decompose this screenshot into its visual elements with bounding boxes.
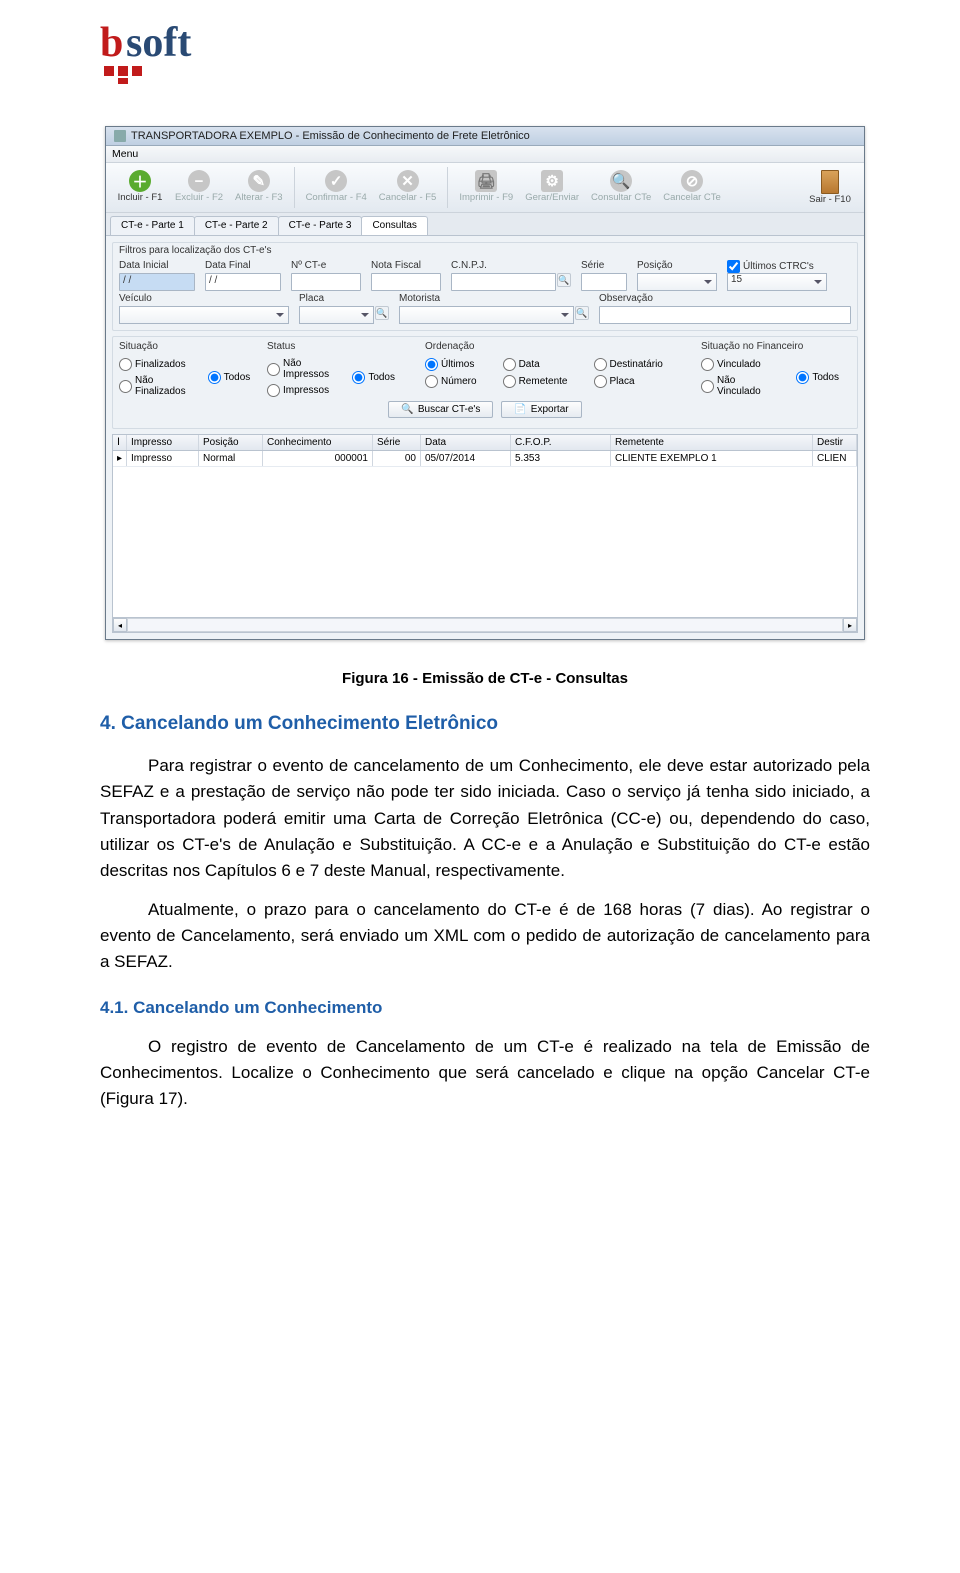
section-4-heading: 4. Cancelando um Conhecimento Eletrônico <box>100 713 870 735</box>
window-titlebar: TRANSPORTADORA EXEMPLO - Emissão de Conh… <box>106 127 864 146</box>
situacao-radiogroup: Situação Finalizados Não Finalizados Tod… <box>119 341 249 397</box>
status-radiogroup: Status Não Impressos Impressos Todos <box>267 341 407 397</box>
sitfin-todos[interactable] <box>796 371 809 384</box>
app-icon <box>114 130 126 142</box>
situacao-todos[interactable] <box>208 371 221 384</box>
status-todos[interactable] <box>352 371 365 384</box>
gear-icon: ⚙ <box>541 170 563 192</box>
exportar-button[interactable]: 📄Exportar <box>501 401 581 418</box>
data-inicial-input[interactable]: / / <box>119 273 195 291</box>
nota-input[interactable] <box>371 273 441 291</box>
cnpj-input[interactable] <box>451 273 556 291</box>
tab-parte3[interactable]: CT-e - Parte 3 <box>278 216 363 235</box>
menu-item-menu[interactable]: Menu <box>112 148 138 160</box>
col-destir[interactable]: Destir <box>813 435 857 450</box>
ord-ultimos[interactable] <box>425 358 438 371</box>
tab-consultas[interactable]: Consultas <box>361 216 427 235</box>
check-icon: ✓ <box>325 170 347 192</box>
incluir-button[interactable]: ＋ Incluir - F1 <box>112 167 168 208</box>
logo: b soft <box>100 20 870 86</box>
ncte-input[interactable] <box>291 273 361 291</box>
situacao-nao-finalizados[interactable] <box>119 380 132 393</box>
scroll-left-button[interactable]: ◂ <box>113 618 127 632</box>
col-cfop[interactable]: C.F.O.P. <box>511 435 611 450</box>
confirmar-button[interactable]: ✓ Confirmar - F4 <box>301 167 372 208</box>
cancel-cte-icon: ⊘ <box>681 170 703 192</box>
ord-placa[interactable] <box>594 375 607 388</box>
door-icon <box>821 170 839 194</box>
posicao-select[interactable] <box>637 273 717 291</box>
ordenacao-radiogroup: Ordenação Últimos Número Data Remetente <box>425 341 683 397</box>
search-icon: 🔍 <box>401 404 413 415</box>
printer-icon: 🖨 <box>475 170 497 192</box>
scroll-right-button[interactable]: ▸ <box>843 618 857 632</box>
window-title: TRANSPORTADORA EXEMPLO - Emissão de Conh… <box>131 130 530 142</box>
svg-text:b: b <box>100 20 123 66</box>
cancelar-button[interactable]: ✕ Cancelar - F5 <box>374 167 442 208</box>
sitfin-vinculado[interactable] <box>701 358 714 371</box>
data-final-input[interactable]: / / <box>205 273 281 291</box>
row-marker: Ⅰ <box>113 435 127 450</box>
pencil-icon: ✎ <box>248 170 270 192</box>
buscar-button[interactable]: 🔍Buscar CT-e's <box>388 401 493 418</box>
ord-numero[interactable] <box>425 375 438 388</box>
menubar[interactable]: Menu <box>106 146 864 163</box>
ultimos-ctrcs-input[interactable]: 15 <box>727 273 827 291</box>
col-serie[interactable]: Série <box>373 435 421 450</box>
observacao-input[interactable] <box>599 306 851 324</box>
status-impressos[interactable] <box>267 384 280 397</box>
excluir-button[interactable]: − Excluir - F2 <box>170 167 228 208</box>
veiculo-select[interactable] <box>119 306 289 324</box>
gerar-enviar-button[interactable]: ⚙ Gerar/Enviar <box>520 167 584 208</box>
serie-input[interactable] <box>581 273 627 291</box>
table-empty-area <box>113 467 857 617</box>
imprimir-button[interactable]: 🖨 Imprimir - F9 <box>454 167 518 208</box>
body-paragraph: Para registrar o evento de cancelamento … <box>100 753 870 885</box>
x-icon: ✕ <box>397 170 419 192</box>
search-icon: 🔍 <box>610 170 632 192</box>
consultar-cte-button[interactable]: 🔍 Consultar CTe <box>586 167 656 208</box>
filters-group: Filtros para localização dos CT-e's Data… <box>112 242 858 331</box>
section-4-1-heading: 4.1. Cancelando um Conhecimento <box>100 998 870 1018</box>
motorista-select[interactable] <box>399 306 574 324</box>
filters-title: Filtros para localização dos CT-e's <box>113 243 857 260</box>
tab-parte2[interactable]: CT-e - Parte 2 <box>194 216 279 235</box>
figure-caption: Figura 16 - Emissão de CT-e - Consultas <box>100 670 870 687</box>
body-paragraph: Atualmente, o prazo para o cancelamento … <box>100 897 870 976</box>
col-conhecimento[interactable]: Conhecimento <box>263 435 373 450</box>
search-icon[interactable]: 🔍 <box>375 306 389 320</box>
ultimos-ctrcs-checkbox[interactable] <box>727 260 740 273</box>
col-posicao[interactable]: Posição <box>199 435 263 450</box>
cancelar-cte-button[interactable]: ⊘ Cancelar CTe <box>658 167 726 208</box>
export-icon: 📄 <box>514 404 526 415</box>
table-row[interactable]: ▸ Impresso Normal 000001 00 05/07/2014 5… <box>113 451 857 467</box>
minus-icon: − <box>188 170 210 192</box>
alterar-button[interactable]: ✎ Alterar - F3 <box>230 167 288 208</box>
placa-select[interactable] <box>299 306 374 324</box>
sair-button[interactable]: Sair - F10 <box>802 167 858 208</box>
ord-remetente[interactable] <box>503 375 516 388</box>
tab-parte1[interactable]: CT-e - Parte 1 <box>110 216 195 235</box>
ord-destinatario[interactable] <box>594 358 607 371</box>
sitfin-radiogroup: Situação no Financeiro Vinculado Não Vin… <box>701 341 851 397</box>
search-icon[interactable]: 🔍 <box>575 306 589 320</box>
status-nao-impressos[interactable] <box>267 363 280 376</box>
situacao-finalizados[interactable] <box>119 358 132 371</box>
col-remetente[interactable]: Remetente <box>611 435 813 450</box>
plus-icon: ＋ <box>129 170 151 192</box>
col-impresso[interactable]: Impresso <box>127 435 199 450</box>
ord-data[interactable] <box>503 358 516 371</box>
search-icon[interactable]: 🔍 <box>557 273 571 287</box>
sitfin-nao-vinculado[interactable] <box>701 380 714 393</box>
body-paragraph: O registro de evento de Cancelamento de … <box>100 1034 870 1113</box>
row-pointer-icon: ▸ <box>113 451 127 466</box>
col-data[interactable]: Data <box>421 435 511 450</box>
app-screenshot: TRANSPORTADORA EXEMPLO - Emissão de Conh… <box>105 126 865 640</box>
svg-text:soft: soft <box>126 20 191 66</box>
horizontal-scrollbar[interactable]: ◂ ▸ <box>113 617 857 632</box>
tabs: CT-e - Parte 1 CT-e - Parte 2 CT-e - Par… <box>106 213 864 236</box>
toolbar: ＋ Incluir - F1 − Excluir - F2 ✎ Alterar … <box>106 163 864 213</box>
results-table: Ⅰ Impresso Posição Conhecimento Série Da… <box>112 434 858 633</box>
